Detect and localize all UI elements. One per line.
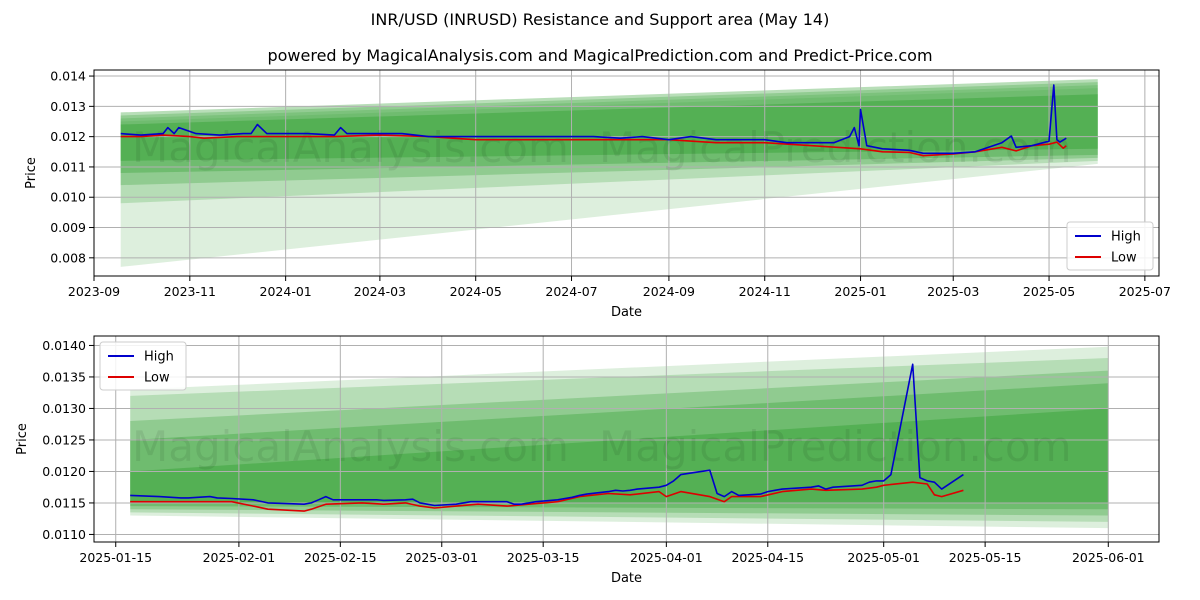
x-tick-label: 2025-03-15 xyxy=(507,550,580,565)
x-tick-label: 2024-05 xyxy=(450,284,502,299)
x-tick-label: 2025-01 xyxy=(834,284,886,299)
charts-canvas: MagicalAnalysis.com MagicalPrediction.com… xyxy=(15,69,1171,586)
y-tick-label: 0.0140 xyxy=(42,338,86,353)
chart-panel-2: MagicalAnalysis.com MagicalPrediction.com… xyxy=(15,335,1160,586)
x-tick-label: 2023-11 xyxy=(164,284,216,299)
x-tick-label: 2024-03 xyxy=(354,284,406,299)
x-axis-label: Date xyxy=(611,571,642,586)
x-tick-label: 2025-05-15 xyxy=(949,550,1022,565)
support-resistance-bands xyxy=(120,79,1098,267)
x-tick-label: 2025-02-01 xyxy=(203,550,276,565)
legend-label-low: Low xyxy=(144,371,170,386)
y-tick-label: 0.009 xyxy=(50,220,86,235)
x-axis-label: Date xyxy=(611,305,642,320)
watermark-text: MagicalAnalysis.com xyxy=(132,422,569,471)
y-tick-label: 0.0110 xyxy=(42,527,86,542)
x-tick-label: 2023-09 xyxy=(68,284,120,299)
watermark-text: MagicalPrediction.com xyxy=(599,422,1072,471)
legend-label-high: High xyxy=(1111,230,1141,245)
y-tick-label: 0.0135 xyxy=(42,369,86,384)
x-tick-label: 2025-04-01 xyxy=(630,550,703,565)
legend-label-high: High xyxy=(144,350,174,365)
x-tick-label: 2025-03-01 xyxy=(405,550,478,565)
x-tick-label: 2025-01-15 xyxy=(79,550,152,565)
legend-label-low: Low xyxy=(1111,251,1137,266)
y-tick-label: 0.008 xyxy=(50,250,86,265)
y-tick-label: 0.0115 xyxy=(42,495,86,510)
x-tick-label: 2025-05 xyxy=(1023,284,1075,299)
y-axis-label: Price xyxy=(15,423,30,455)
x-tick-label: 2025-03 xyxy=(927,284,979,299)
y-tick-label: 0.0120 xyxy=(42,464,86,479)
legend: High Low xyxy=(1066,221,1154,271)
x-tick-label: 2024-09 xyxy=(643,284,695,299)
chart-panel-1: MagicalAnalysis.com MagicalPrediction.com… xyxy=(24,69,1171,320)
x-tick-label: 2025-05-01 xyxy=(847,550,920,565)
y-tick-label: 0.013 xyxy=(50,99,86,114)
x-tick-label: 2024-01 xyxy=(260,284,312,299)
y-axis-label: Price xyxy=(24,157,39,189)
x-tick-label: 2025-06-01 xyxy=(1072,550,1145,565)
x-tick-label: 2024-11 xyxy=(739,284,791,299)
legend: High Low xyxy=(99,341,187,391)
x-tick-label: 2024-07 xyxy=(545,284,597,299)
y-tick-label: 0.011 xyxy=(50,159,86,174)
y-tick-label: 0.014 xyxy=(50,69,86,84)
x-tick-label: 2025-04-15 xyxy=(731,550,804,565)
y-tick-label: 0.010 xyxy=(50,190,86,205)
y-tick-label: 0.0125 xyxy=(42,432,86,447)
x-tick-label: 2025-02-15 xyxy=(304,550,377,565)
watermark-text: MagicalAnalysis.com xyxy=(132,123,569,172)
y-tick-label: 0.0130 xyxy=(42,401,86,416)
x-tick-label: 2025-07 xyxy=(1119,284,1171,299)
y-tick-label: 0.012 xyxy=(50,129,86,144)
